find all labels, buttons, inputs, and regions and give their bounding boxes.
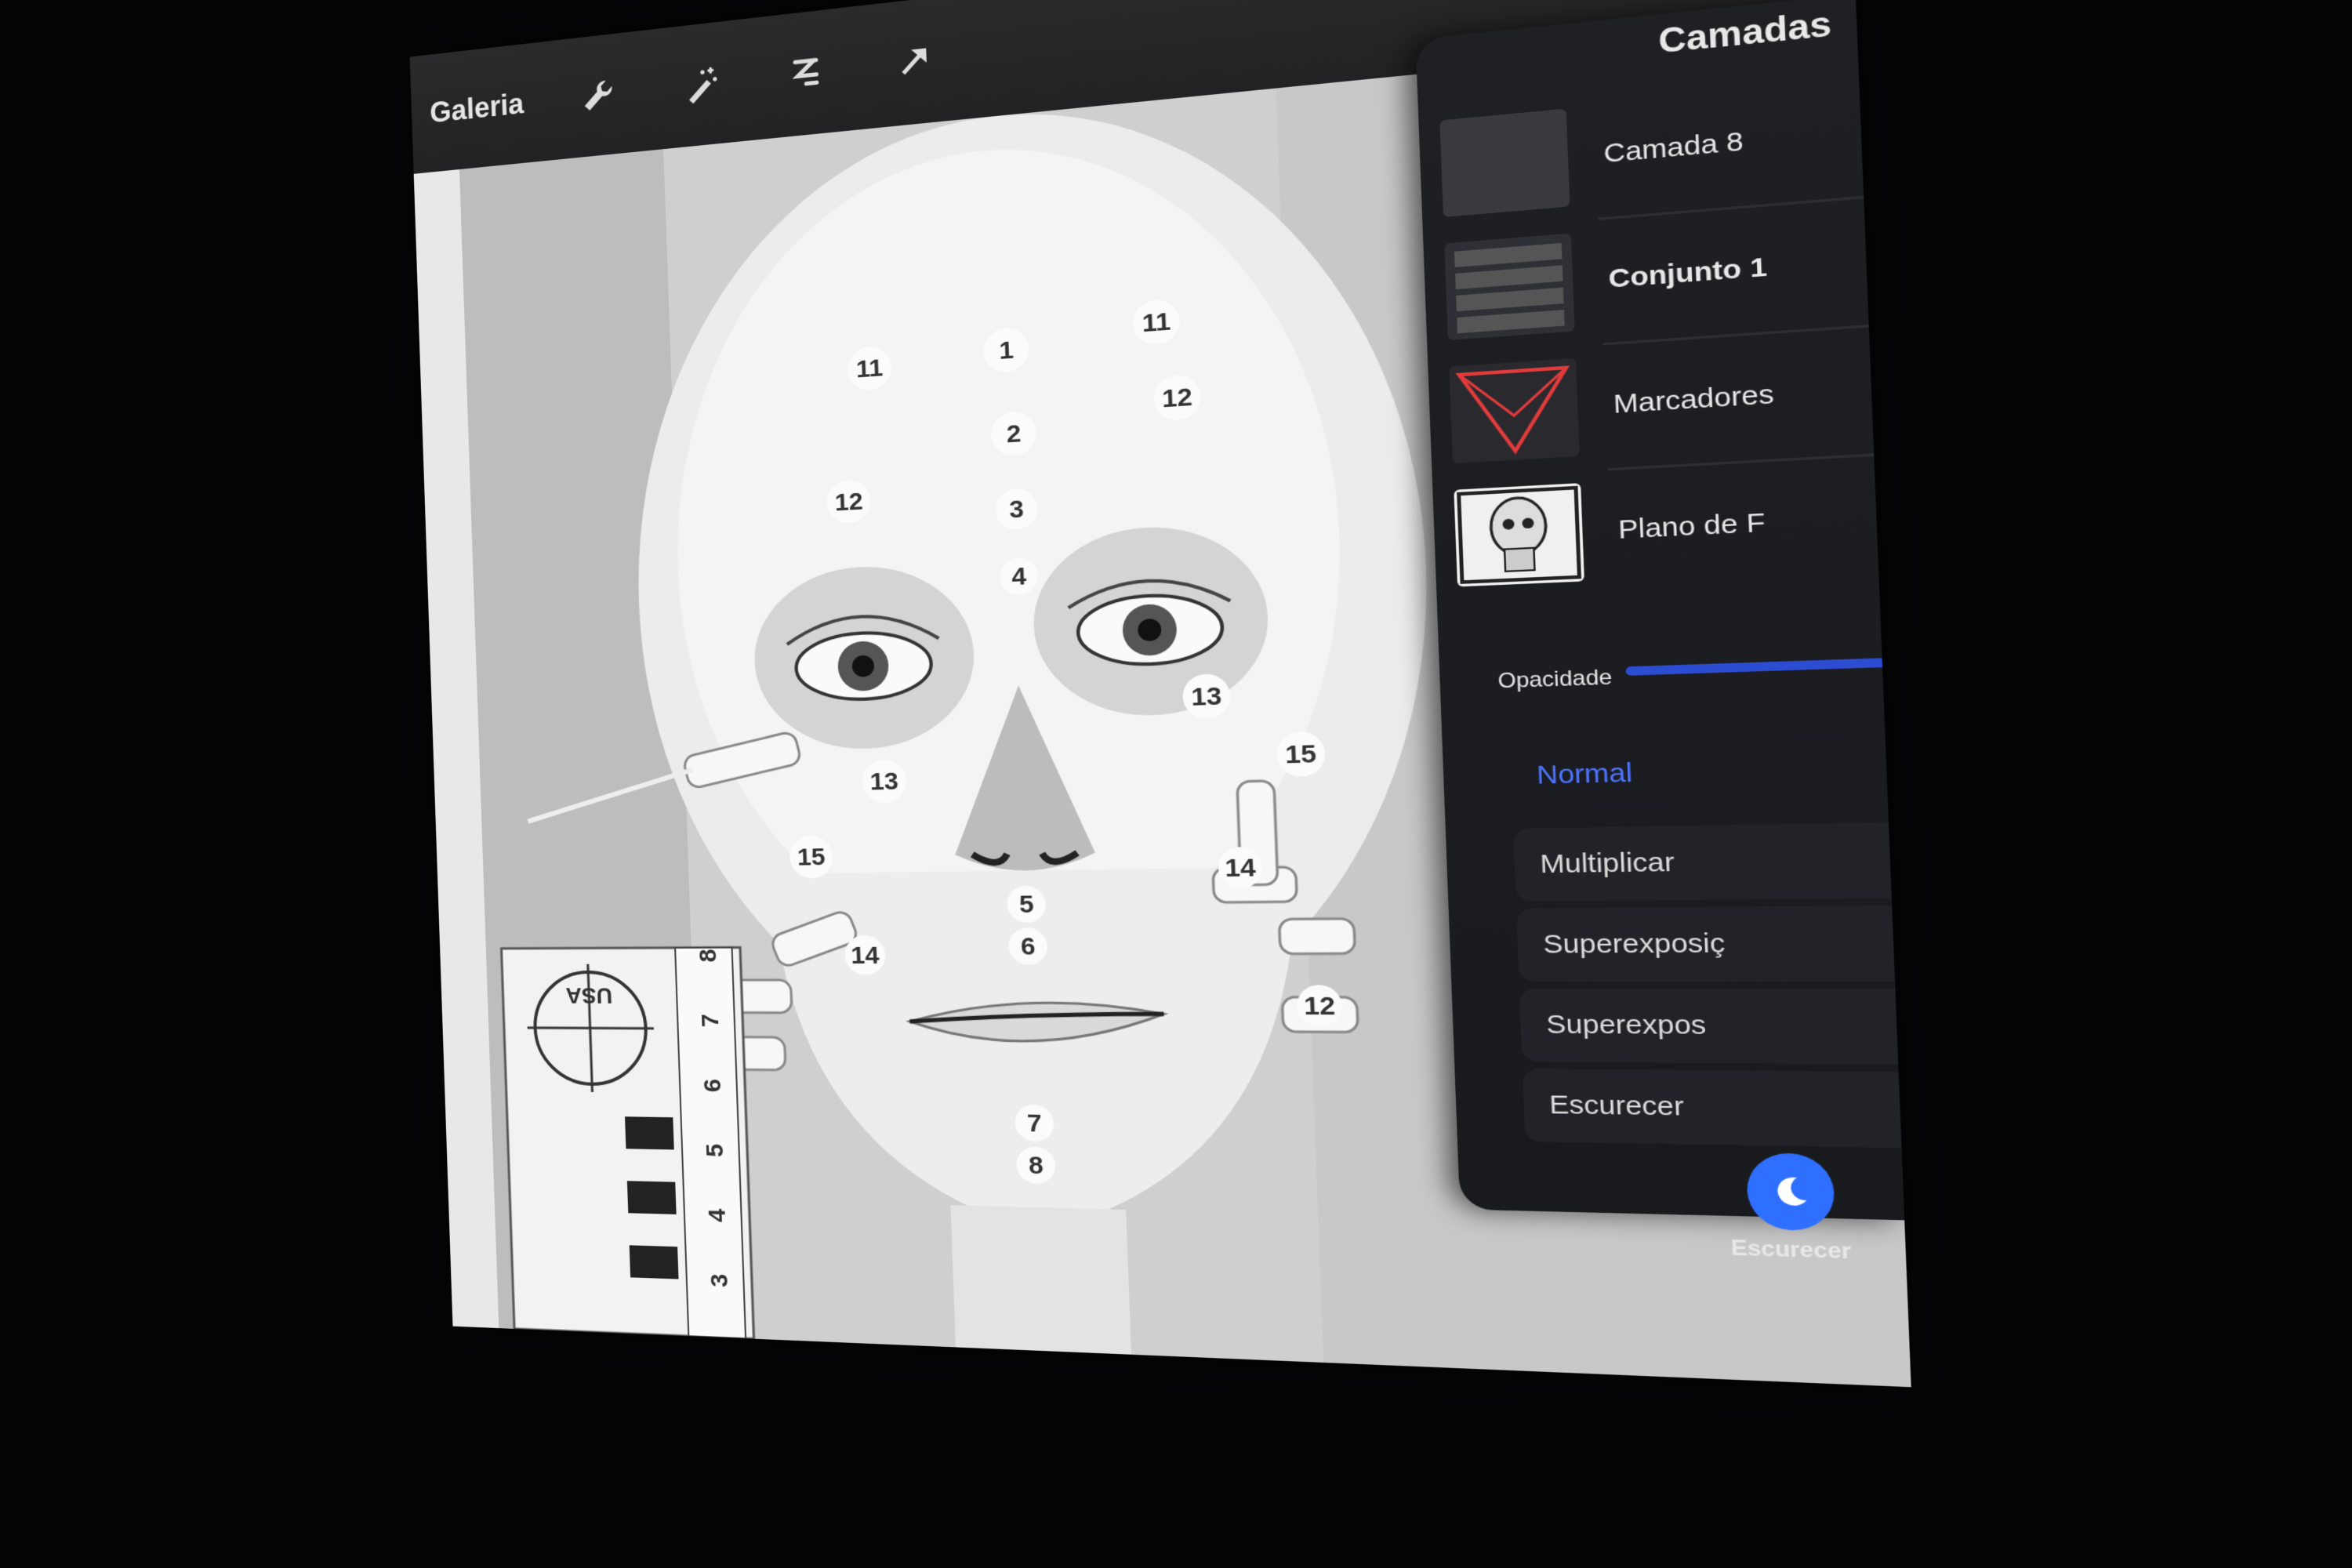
layer-row[interactable]: Camada 8 xyxy=(1439,76,1865,221)
forensic-scale-card: USA 8 7 6 5 4 3 xyxy=(502,947,754,1338)
svg-text:5: 5 xyxy=(701,1143,728,1157)
darken-mode-label: Escurecer xyxy=(1730,1236,1852,1265)
svg-text:7: 7 xyxy=(1026,1109,1042,1138)
blend-mode-darken[interactable]: Escurecer xyxy=(1522,1068,1911,1149)
svg-text:2: 2 xyxy=(1006,419,1022,448)
wrench-icon[interactable] xyxy=(570,64,627,126)
moon-icon xyxy=(1777,1177,1807,1207)
layer-group-row[interactable]: Conjunto 1 xyxy=(1444,205,1871,344)
svg-text:7: 7 xyxy=(696,1014,724,1027)
layer-name: Camada 8 xyxy=(1602,126,1744,169)
svg-text:12: 12 xyxy=(1162,383,1193,413)
blend-mode-color-dodge[interactable]: Superexposiç xyxy=(1516,905,1906,982)
gallery-button[interactable]: Galeria xyxy=(430,87,524,130)
svg-text:6: 6 xyxy=(1020,932,1036,960)
svg-text:6: 6 xyxy=(699,1079,726,1093)
svg-text:12: 12 xyxy=(1304,992,1336,1021)
svg-text:4: 4 xyxy=(1011,562,1027,591)
svg-text:USA: USA xyxy=(565,983,613,1008)
blend-mode-linear-dodge[interactable]: Superexpos xyxy=(1519,988,1909,1065)
magic-wand-icon[interactable] xyxy=(672,53,731,116)
svg-text:8: 8 xyxy=(695,949,722,962)
layer-row[interactable]: Marcadores xyxy=(1449,334,1875,468)
blend-mode-normal[interactable]: Normal xyxy=(1509,729,1899,813)
layer-row[interactable]: Plano de F xyxy=(1454,463,1881,591)
layer-thumbnail xyxy=(1449,358,1580,464)
svg-text:11: 11 xyxy=(855,354,883,383)
svg-text:12: 12 xyxy=(834,488,863,517)
group-thumbnail xyxy=(1444,233,1575,340)
opacity-label: Opacidade xyxy=(1497,665,1613,694)
blend-mode-multiply[interactable]: Multiplicar xyxy=(1513,822,1903,902)
svg-text:3: 3 xyxy=(1009,495,1025,524)
transform-arrow-icon[interactable] xyxy=(883,30,945,94)
opacity-slider[interactable] xyxy=(1625,657,1893,676)
svg-text:1: 1 xyxy=(999,336,1014,365)
svg-text:11: 11 xyxy=(1142,307,1171,338)
svg-text:14: 14 xyxy=(851,942,880,969)
svg-text:3: 3 xyxy=(706,1273,733,1288)
selection-icon[interactable] xyxy=(776,42,837,105)
layers-panel: Camadas Camada 8 Conjunto 1 Marcadores P… xyxy=(1415,0,1911,1264)
tablet-screen: Galeria 11 1 11 2 12 12 3 4 13 13 15 15 … xyxy=(409,0,1911,1388)
layers-panel-title: Camadas xyxy=(1657,5,1833,61)
layer-name: Plano de F xyxy=(1617,507,1766,545)
layer-thumbnail xyxy=(1439,108,1570,217)
svg-text:15: 15 xyxy=(797,844,826,872)
svg-text:4: 4 xyxy=(703,1208,731,1223)
layer-name: Marcadores xyxy=(1613,379,1775,419)
layer-name: Conjunto 1 xyxy=(1607,252,1768,294)
svg-text:5: 5 xyxy=(1018,891,1034,919)
layer-thumbnail xyxy=(1454,483,1584,587)
svg-text:13: 13 xyxy=(1191,682,1222,712)
svg-text:15: 15 xyxy=(1285,739,1317,769)
svg-text:13: 13 xyxy=(869,768,898,796)
svg-text:14: 14 xyxy=(1225,854,1257,883)
svg-text:8: 8 xyxy=(1028,1152,1044,1180)
